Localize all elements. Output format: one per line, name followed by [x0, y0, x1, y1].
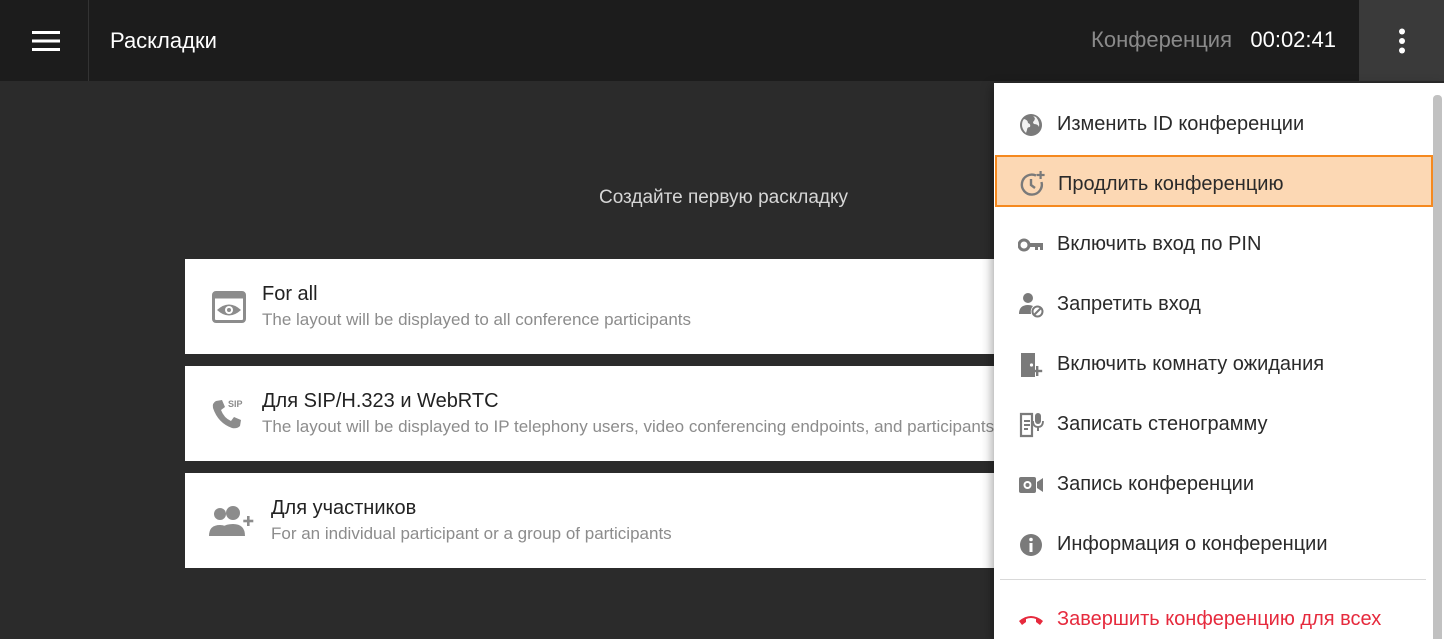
door-plus-icon	[1018, 352, 1044, 378]
menu-item-record-transcript[interactable]: Записать стенограмму	[994, 394, 1434, 454]
menu-item-end-conference[interactable]: Завершить конференцию для всех	[994, 589, 1434, 639]
card-description: The layout will be displayed to all conf…	[262, 310, 692, 329]
menu-item-enable-pin[interactable]: Включить вход по PIN	[994, 214, 1434, 274]
menu-scrollbar[interactable]	[1433, 95, 1442, 639]
menu-item-label: Запись конференции	[1057, 473, 1254, 495]
menu-item-label: Завершить конференцию для всех	[1057, 608, 1382, 630]
conference-options-menu: Изменить ID конференции Продлить конфере…	[994, 83, 1444, 639]
menu-item-waiting-room[interactable]: Включить комнату ожидания	[994, 334, 1434, 394]
video-camera-icon	[1018, 472, 1044, 498]
clock-plus-icon	[1019, 171, 1045, 197]
hamburger-menu-button[interactable]	[3, 0, 89, 81]
person-block-icon	[1018, 292, 1044, 318]
menu-item-label: Включить вход по PIN	[1057, 233, 1262, 255]
menu-item-label: Изменить ID конференции	[1057, 113, 1305, 135]
menu-item-block-entry[interactable]: Запретить вход	[994, 274, 1434, 334]
menu-item-label: Запретить вход	[1057, 293, 1201, 315]
key-icon	[1018, 232, 1044, 258]
info-icon	[1018, 532, 1044, 558]
more-options-button[interactable]	[1359, 0, 1444, 81]
card-description: For an individual participant or a group…	[271, 524, 672, 543]
menu-item-label: Информация о конференции	[1057, 533, 1328, 555]
menu-item-label: Включить комнату ожидания	[1057, 353, 1325, 375]
card-title: Для участников	[271, 497, 417, 519]
conference-label: Конференция	[1091, 27, 1232, 52]
card-title: For all	[262, 283, 318, 305]
menu-item-conference-info[interactable]: Информация о конференции	[994, 514, 1434, 574]
hamburger-icon	[31, 30, 60, 51]
transcript-icon	[1018, 412, 1044, 438]
conference-timer: 00:02:41	[1250, 27, 1336, 52]
top-bar: Раскладки Конференция 00:02:41	[0, 0, 1444, 81]
card-description: The layout will be displayed to IP telep…	[262, 417, 995, 436]
menu-divider	[1000, 579, 1426, 580]
svg-text:SIP: SIP	[228, 399, 243, 409]
hangup-icon	[1018, 607, 1044, 633]
page-title: Раскладки	[110, 28, 217, 53]
menu-item-label: Продлить конференцию	[1058, 173, 1284, 195]
card-title: Для SIP/H.323 и WebRTC	[262, 390, 499, 412]
menu-item-record-conference[interactable]: Запись конференции	[994, 454, 1434, 514]
eye-window-icon	[209, 289, 249, 325]
add-group-icon	[207, 503, 255, 539]
menu-item-change-id[interactable]: Изменить ID конференции	[994, 94, 1434, 154]
more-vertical-icon	[1398, 28, 1405, 53]
menu-item-extend-conference[interactable]: Продлить конференцию	[995, 155, 1433, 207]
menu-item-label: Записать стенограмму	[1057, 413, 1268, 435]
globe-icon	[1018, 112, 1044, 138]
sip-phone-icon: SIP	[209, 396, 249, 432]
